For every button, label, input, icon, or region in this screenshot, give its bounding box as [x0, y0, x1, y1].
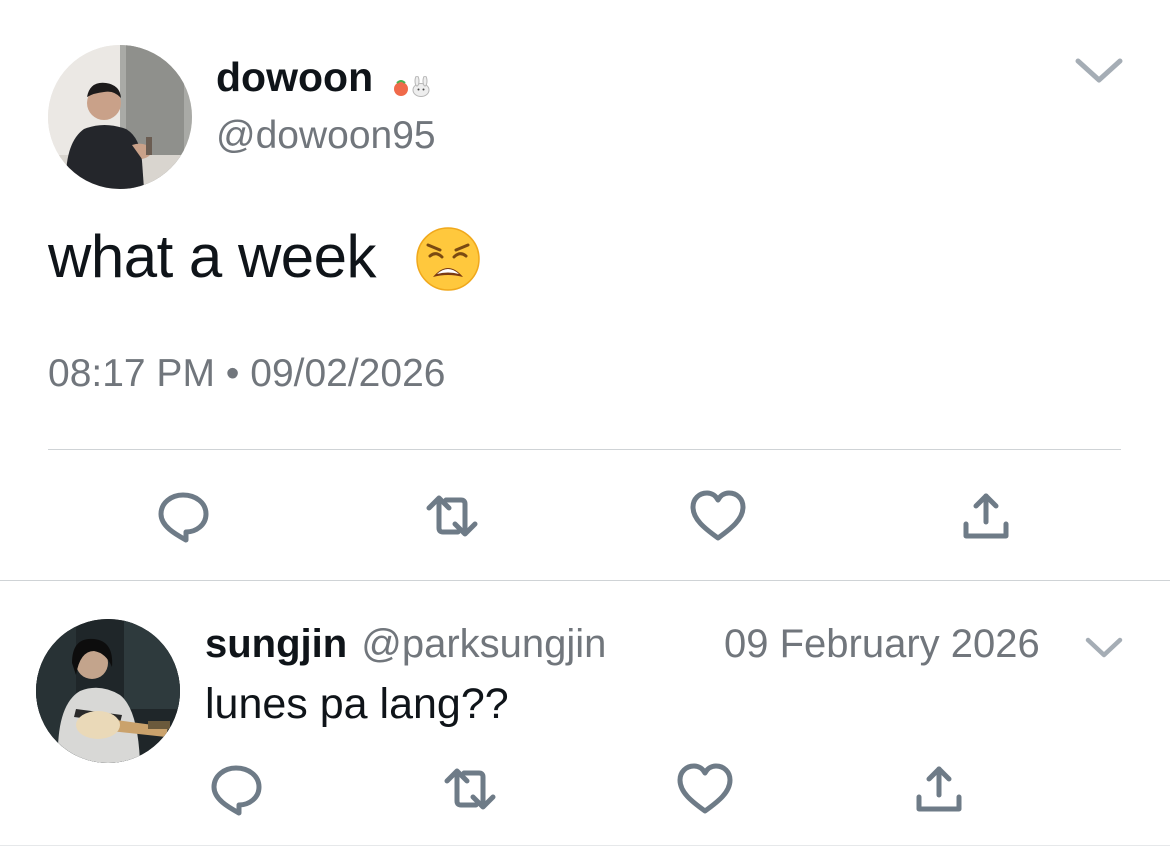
retweet-button[interactable] [438, 757, 502, 821]
retweet-icon [426, 495, 478, 537]
author-handle[interactable]: @dowoon95 [216, 114, 436, 158]
tweet-timestamp[interactable]: 08:17 PM • 09/02/2026 [48, 352, 445, 396]
divider [0, 580, 1170, 581]
reply-text: lunes pa lang?? [205, 680, 509, 728]
like-button[interactable] [686, 484, 750, 548]
share-button[interactable] [907, 757, 971, 821]
reply-author-name[interactable]: sungjin [205, 622, 347, 666]
chevron-down-icon[interactable] [1084, 634, 1124, 660]
share-icon [916, 766, 962, 812]
reply-button[interactable] [151, 484, 215, 548]
reply-button[interactable] [204, 757, 268, 821]
divider [48, 449, 1121, 450]
like-button[interactable] [673, 757, 737, 821]
retweet-button[interactable] [420, 484, 484, 548]
main-avatar[interactable] [48, 45, 192, 189]
chevron-down-icon[interactable] [1073, 52, 1125, 88]
share-button[interactable] [954, 484, 1018, 548]
heart-icon [677, 763, 733, 814]
reply-avatar[interactable] [36, 619, 180, 763]
author-name[interactable]: dowoon [216, 54, 373, 101]
tweet-text: what a week [48, 223, 377, 290]
reply-author-handle[interactable]: @parksungjin [361, 622, 606, 666]
divider [0, 845, 1170, 846]
reply-icon [158, 492, 209, 543]
reply-icon [211, 765, 262, 816]
retweet-icon [444, 768, 496, 810]
reply-header: sungjin @parksungjin [205, 622, 606, 667]
weary-face-emoji-icon [415, 226, 481, 292]
avatar-photo-icon [36, 619, 180, 763]
share-icon [963, 493, 1009, 539]
name-emoji-group [392, 75, 432, 98]
avatar-photo-icon [48, 45, 192, 189]
heart-icon [690, 490, 746, 541]
rabbit-emoji-icon [412, 75, 430, 97]
reply-date[interactable]: 09 February 2026 [724, 622, 1040, 667]
peach-emoji-icon [394, 80, 408, 96]
